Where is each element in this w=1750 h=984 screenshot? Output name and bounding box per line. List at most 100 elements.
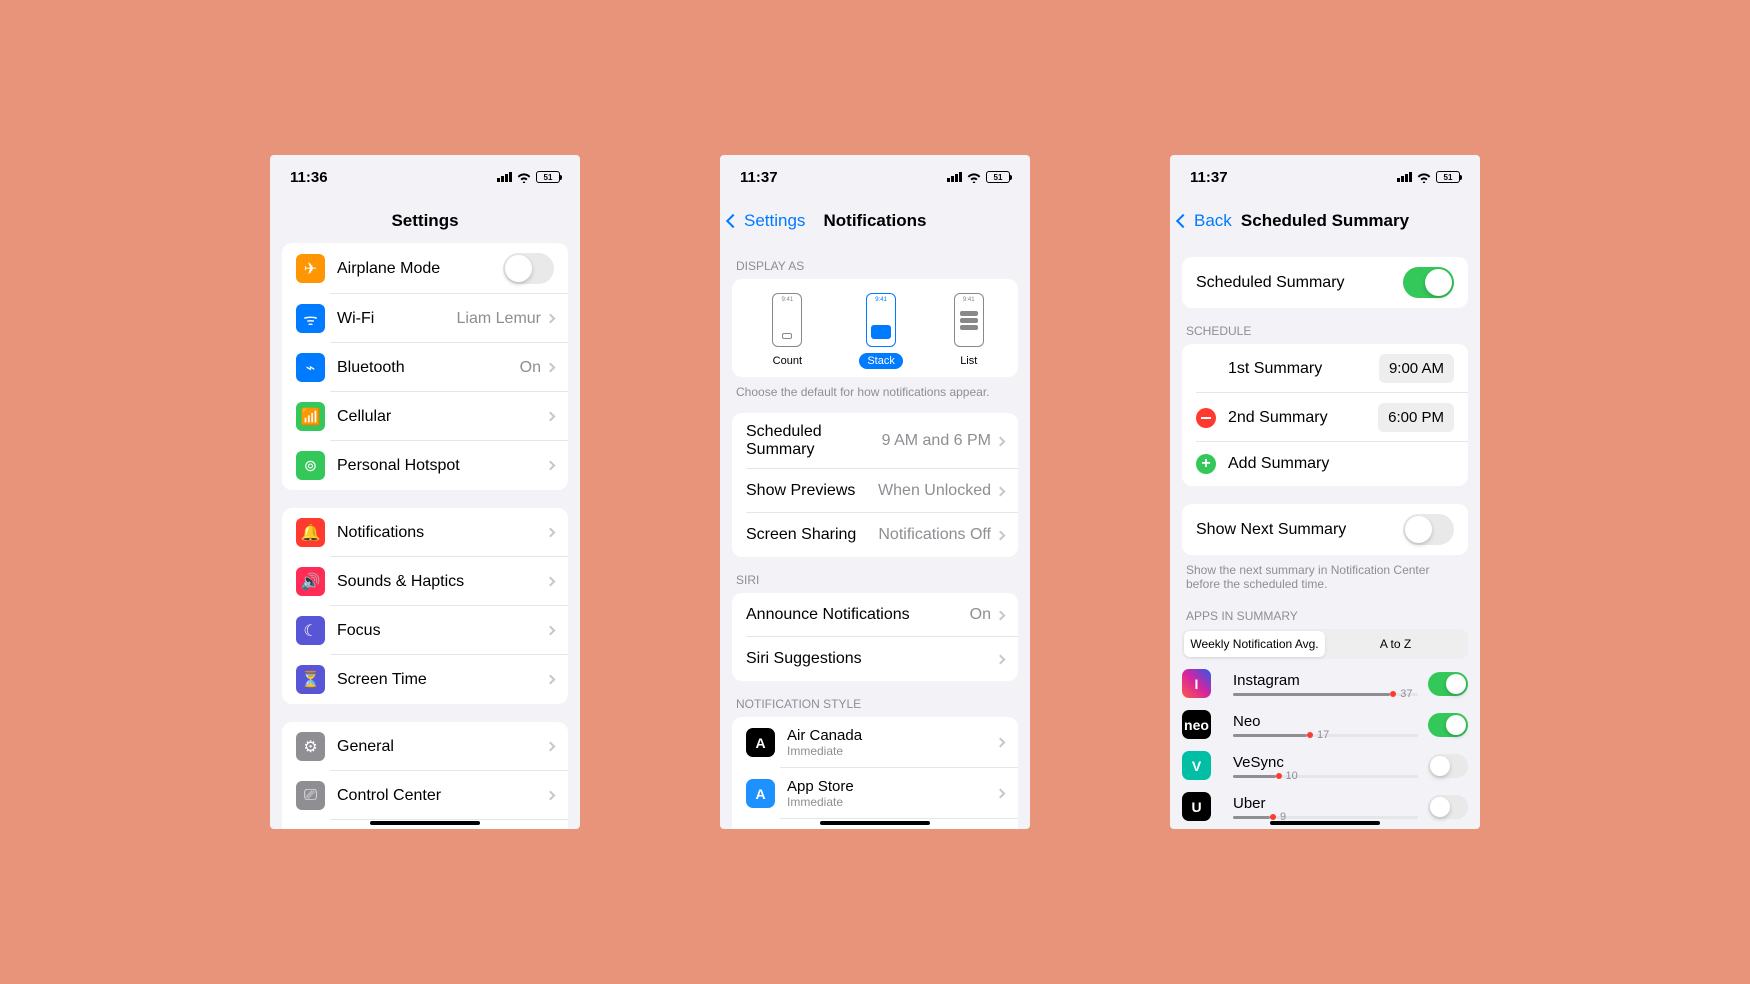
status-time: 11:36 xyxy=(290,169,328,186)
toggle-switch[interactable] xyxy=(503,253,554,284)
speaker-icon: 🔊 xyxy=(296,567,325,596)
page-title: Settings xyxy=(391,211,458,231)
row-value: Notifications Off xyxy=(878,526,991,544)
hourglass-icon: ⏳ xyxy=(296,665,325,694)
settings-row[interactable]: 📶 Cellular xyxy=(282,392,568,441)
app-notification-row[interactable]: AApp StoreImmediate xyxy=(732,768,1018,819)
row-label: Siri Suggestions xyxy=(746,650,997,668)
schedule-group: 1st Summary9:00 AM2nd Summary6:00 PMAdd … xyxy=(1182,344,1468,486)
settings-row[interactable]: Show PreviewsWhen Unlocked xyxy=(732,469,1018,513)
row-value: On xyxy=(520,359,541,377)
row-label: General xyxy=(337,738,547,756)
scheduled-summary-toggle-row[interactable]: Scheduled Summary xyxy=(1182,257,1468,308)
app-name: App Store xyxy=(787,778,997,795)
home-indicator[interactable] xyxy=(370,821,480,825)
toggle-switch[interactable] xyxy=(1428,713,1468,737)
summary-time-row[interactable]: 2nd Summary6:00 PM xyxy=(1182,393,1468,442)
settings-row[interactable]: Screen SharingNotifications Off xyxy=(732,513,1018,557)
status-bar: 11:37 51 xyxy=(720,155,1030,199)
display-as-option-stack[interactable]: 9:41Stack xyxy=(859,293,903,369)
time-chip[interactable]: 6:00 PM xyxy=(1378,403,1454,432)
chevron-right-icon xyxy=(996,789,1006,799)
add-summary-row[interactable]: Add Summary xyxy=(1182,442,1468,486)
summary-time-row[interactable]: 1st Summary9:00 AM xyxy=(1182,344,1468,393)
display-as-option-count[interactable]: 9:41Count xyxy=(765,293,810,369)
app-icon: neo xyxy=(1182,710,1211,739)
chevron-right-icon xyxy=(546,626,556,636)
row-label: Screen Time xyxy=(337,671,547,689)
nav-bar: Settings Notifications xyxy=(720,199,1030,243)
row-value: When Unlocked xyxy=(878,482,991,500)
phone-preview-icon: 9:41 xyxy=(954,293,984,347)
toggle-switch[interactable] xyxy=(1428,672,1468,696)
settings-row[interactable]: ☾Focus xyxy=(282,606,568,655)
app-notification-row[interactable]: AAir CanadaImmediate xyxy=(732,717,1018,768)
row-label: Personal Hotspot xyxy=(337,457,547,475)
connectivity-group: ✈Airplane ModeᯤWi-FiLiam Lemur⌁Bluetooth… xyxy=(282,243,568,490)
app-icon: V xyxy=(1182,751,1211,780)
switches-icon: ⎚ xyxy=(296,781,325,810)
display-as-option-list[interactable]: 9:41List xyxy=(952,293,985,369)
battery-icon: 51 xyxy=(986,171,1010,183)
avg-count: 10 xyxy=(1286,770,1298,782)
sort-segmented-control[interactable]: Weekly Notification Avg.A to Z xyxy=(1182,629,1468,659)
settings-row[interactable]: 🔔Notifications xyxy=(282,508,568,557)
avg-count: 37 xyxy=(1400,688,1412,700)
settings-row[interactable]: ᯤWi-FiLiam Lemur xyxy=(282,294,568,343)
settings-row[interactable]: 🔊 Sounds & Haptics xyxy=(282,557,568,606)
settings-row[interactable]: ⏳ Screen Time xyxy=(282,655,568,704)
wifi-icon xyxy=(1416,171,1432,183)
notifications-group: 🔔Notifications 🔊 Sounds & Haptics ☾Focus ⏳ Sc… xyxy=(282,508,568,704)
row-value: 9 AM and 6 PM xyxy=(882,432,991,450)
time-chip[interactable]: 9:00 AM xyxy=(1379,354,1454,383)
home-indicator[interactable] xyxy=(820,821,930,825)
app-name: Air Canada xyxy=(787,727,997,744)
main-toggle-group: Scheduled Summary xyxy=(1182,257,1468,308)
show-next-summary-row[interactable]: Show Next Summary xyxy=(1182,504,1468,555)
settings-row[interactable]: Announce NotificationsOn xyxy=(732,593,1018,637)
status-bar: 11:37 51 xyxy=(1170,155,1480,199)
page-title: Scheduled Summary xyxy=(1241,211,1409,231)
settings-row[interactable]: ⊚Personal Hotspot xyxy=(282,441,568,490)
chevron-right-icon xyxy=(996,738,1006,748)
back-button[interactable]: Settings xyxy=(728,211,805,231)
app-name: VeSync xyxy=(1233,754,1418,771)
remove-icon[interactable] xyxy=(1196,408,1216,428)
chevron-right-icon xyxy=(546,314,556,324)
summary-app-row: IInstagram37 xyxy=(1170,663,1480,704)
chevron-right-icon xyxy=(996,654,1006,664)
nav-bar: Back Scheduled Summary xyxy=(1170,199,1480,243)
back-button[interactable]: Back xyxy=(1178,211,1232,231)
app-icon: A xyxy=(746,779,775,808)
settings-row[interactable]: ⌁BluetoothOn xyxy=(282,343,568,392)
settings-row[interactable]: ✈Airplane Mode xyxy=(282,243,568,294)
cellular-icon: 📶 xyxy=(296,402,325,431)
summary-group: Scheduled Summary9 AM and 6 PMShow Previ… xyxy=(732,413,1018,557)
home-indicator[interactable] xyxy=(1270,821,1380,825)
row-label: Cellular xyxy=(337,408,547,426)
toggle-switch[interactable] xyxy=(1403,514,1454,545)
segment-1[interactable]: A to Z xyxy=(1325,631,1466,657)
chevron-right-icon xyxy=(546,528,556,538)
row-label: Sounds & Haptics xyxy=(337,573,547,591)
back-label: Back xyxy=(1194,211,1232,231)
add-icon xyxy=(1196,454,1216,474)
settings-row[interactable]: Siri Suggestions xyxy=(732,637,1018,681)
settings-row[interactable]: ⎚Control Center xyxy=(282,771,568,820)
avg-count: 17 xyxy=(1317,729,1329,741)
toggle-switch[interactable] xyxy=(1428,754,1468,778)
app-name: Instagram xyxy=(1233,672,1418,689)
schedule-header: Schedule xyxy=(1170,308,1480,344)
settings-row[interactable]: Scheduled Summary9 AM and 6 PM xyxy=(732,413,1018,469)
summary-label: 2nd Summary xyxy=(1228,409,1378,427)
status-indicators: 51 xyxy=(947,171,1010,183)
settings-row[interactable]: ⚙General xyxy=(282,722,568,771)
airplane-icon: ✈ xyxy=(296,254,325,283)
chevron-right-icon xyxy=(996,610,1006,620)
app-name: Neo xyxy=(1233,713,1418,730)
segment-0[interactable]: Weekly Notification Avg. xyxy=(1184,631,1325,657)
row-label: Bluetooth xyxy=(337,359,520,377)
toggle-switch[interactable] xyxy=(1428,795,1468,819)
battery-icon: 51 xyxy=(536,171,560,183)
toggle-switch[interactable] xyxy=(1403,267,1454,298)
